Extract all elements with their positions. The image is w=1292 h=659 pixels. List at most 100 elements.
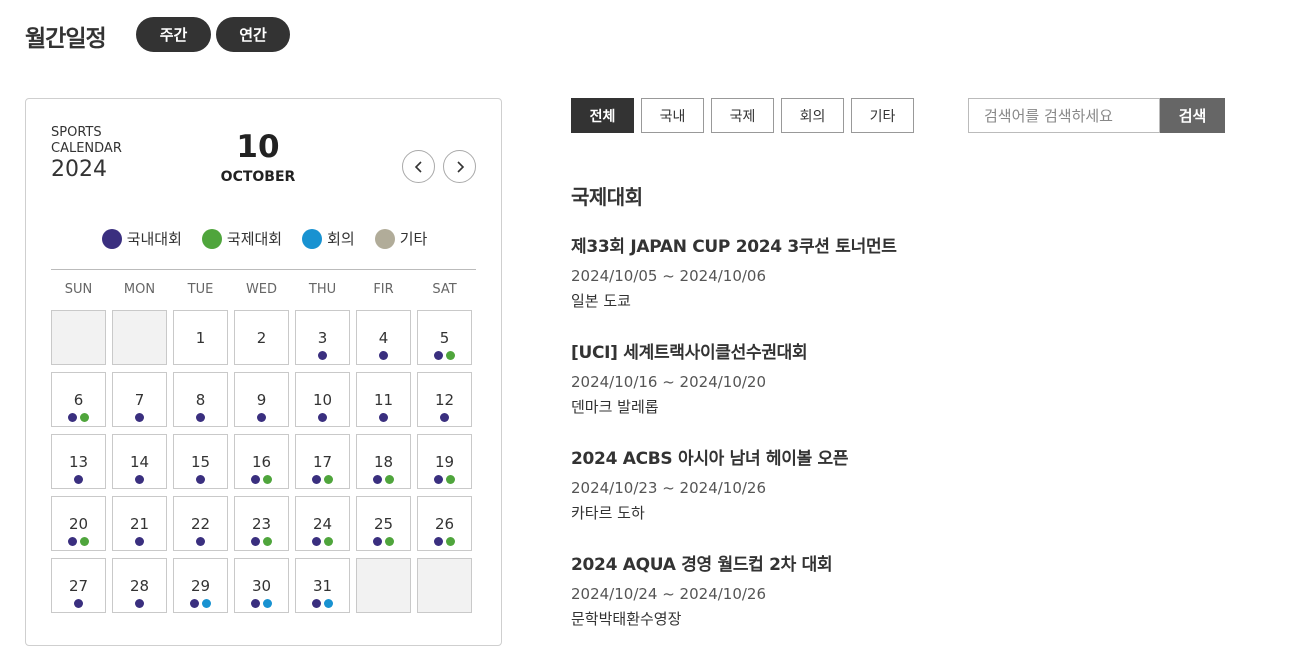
- event-dots: [113, 599, 166, 608]
- event-dots: [418, 537, 471, 546]
- filter-domestic-button[interactable]: 국내: [641, 98, 704, 133]
- event-dot-domestic: [379, 351, 388, 360]
- event-place: 문학박태환수영장: [571, 610, 682, 628]
- calendar-day-cell[interactable]: 10: [295, 372, 350, 427]
- calendar-day-cell[interactable]: 11: [356, 372, 411, 427]
- calendar-day-cell[interactable]: 26: [417, 496, 472, 551]
- day-number: 10: [312, 391, 333, 409]
- event-title[interactable]: 2024 ACBS 아시아 남녀 헤이볼 오픈: [571, 448, 1251, 470]
- event-dot-domestic: [257, 413, 266, 422]
- day-number: 26: [434, 515, 455, 533]
- calendar-day-cell[interactable]: 24: [295, 496, 350, 551]
- calendar-day-cell[interactable]: 21: [112, 496, 167, 551]
- calendar-day-cell[interactable]: 1: [173, 310, 228, 365]
- calendar-empty-cell: [417, 558, 472, 613]
- event-item[interactable]: 제33회 JAPAN CUP 2024 3쿠션 토너먼트 2024/10/05 …: [571, 236, 1251, 342]
- weekly-view-button[interactable]: 주간: [136, 17, 211, 52]
- calendar-day-cell[interactable]: 13: [51, 434, 106, 489]
- calendar-day-cell[interactable]: 5: [417, 310, 472, 365]
- event-dots: [357, 351, 410, 360]
- event-dot-international: [446, 351, 455, 360]
- event-item[interactable]: [UCI] 세계트랙사이클선수권대회 2024/10/16 ~ 2024/10/…: [571, 342, 1251, 448]
- day-number: 30: [251, 577, 272, 595]
- filter-all-button[interactable]: 전체: [571, 98, 634, 133]
- event-dot-international: [263, 537, 272, 546]
- calendar-day-cell[interactable]: 20: [51, 496, 106, 551]
- calendar-day-cell[interactable]: 12: [417, 372, 472, 427]
- calendar-day-cell[interactable]: 22: [173, 496, 228, 551]
- event-dots: [296, 475, 349, 484]
- calendar-day-cell[interactable]: 31: [295, 558, 350, 613]
- calendar-day-cell[interactable]: 9: [234, 372, 289, 427]
- day-number: 5: [439, 329, 450, 347]
- event-dots: [418, 351, 471, 360]
- calendar-day-cell[interactable]: 7: [112, 372, 167, 427]
- day-number: 8: [195, 391, 206, 409]
- weekday-label: MON: [123, 282, 156, 297]
- event-dots: [235, 537, 288, 546]
- filter-international-button[interactable]: 국제: [711, 98, 774, 133]
- yearly-view-button[interactable]: 연간: [216, 17, 290, 52]
- calendar-day-cell[interactable]: 16: [234, 434, 289, 489]
- legend-label: 국제대회: [226, 230, 283, 248]
- calendar-grid: 1 2 3 4 5 6 7 8 9 10 11 12 13 14 15 16 17 18 19 20 21 22 23 24 2…: [51, 310, 472, 613]
- day-number: 21: [129, 515, 150, 533]
- calendar-day-cell[interactable]: 23: [234, 496, 289, 551]
- event-dot-domestic: [135, 599, 144, 608]
- calendar-day-cell[interactable]: 29: [173, 558, 228, 613]
- search-button[interactable]: 검색: [1160, 98, 1225, 133]
- current-month: OCTOBER: [220, 169, 296, 185]
- event-dots: [418, 413, 471, 422]
- previous-month-button[interactable]: [402, 150, 435, 183]
- calendar-day-cell[interactable]: 28: [112, 558, 167, 613]
- calendar-day-cell[interactable]: 15: [173, 434, 228, 489]
- filter-meeting-button[interactable]: 회의: [781, 98, 844, 133]
- calendar-empty-cell: [112, 310, 167, 365]
- calendar-day-cell[interactable]: 17: [295, 434, 350, 489]
- calendar-day-cell[interactable]: 25: [356, 496, 411, 551]
- day-number: 7: [134, 391, 145, 409]
- event-item[interactable]: 2024 ACBS 아시아 남녀 헤이볼 오픈 2024/10/23 ~ 202…: [571, 448, 1251, 554]
- calendar-day-cell[interactable]: 27: [51, 558, 106, 613]
- day-number: 23: [251, 515, 272, 533]
- event-title[interactable]: [UCI] 세계트랙사이클선수권대회: [571, 342, 1251, 364]
- calendar-day-cell[interactable]: 6: [51, 372, 106, 427]
- legend-dot-other: [374, 228, 395, 249]
- event-title[interactable]: 제33회 JAPAN CUP 2024 3쿠션 토너먼트: [571, 236, 1251, 258]
- event-dot-domestic: [312, 537, 321, 546]
- calendar-year: 2024: [51, 157, 107, 182]
- day-number: 17: [312, 453, 333, 471]
- calendar-empty-cell: [51, 310, 106, 365]
- next-month-button[interactable]: [443, 150, 476, 183]
- calendar-day-cell[interactable]: 4: [356, 310, 411, 365]
- event-dot-domestic: [318, 351, 327, 360]
- calendar-day-cell[interactable]: 19: [417, 434, 472, 489]
- calendar-day-cell[interactable]: 8: [173, 372, 228, 427]
- calendar-day-cell[interactable]: 18: [356, 434, 411, 489]
- section-title: 국제대회: [571, 185, 643, 209]
- calendar-day-cell[interactable]: 3: [295, 310, 350, 365]
- event-dots: [174, 599, 227, 608]
- event-item[interactable]: 2024 AQUA 경영 월드컵 2차 대회 2024/10/24 ~ 2024…: [571, 554, 1251, 659]
- legend-label: 국내대회: [126, 230, 182, 248]
- event-dot-domestic: [379, 413, 388, 422]
- day-number: 28: [129, 577, 150, 595]
- event-dot-domestic: [68, 537, 77, 546]
- event-dot-international: [385, 537, 394, 546]
- filter-other-button[interactable]: 기타: [851, 98, 914, 133]
- calendar-day-cell[interactable]: 2: [234, 310, 289, 365]
- event-dot-international: [385, 475, 394, 484]
- divider: [51, 269, 476, 270]
- day-number: 27: [68, 577, 89, 595]
- event-list: 제33회 JAPAN CUP 2024 3쿠션 토너먼트 2024/10/05 …: [571, 236, 1251, 659]
- day-number: 15: [190, 453, 211, 471]
- event-dots: [52, 537, 105, 546]
- event-dots: [296, 599, 349, 608]
- event-date: 2024/10/05 ~ 2024/10/06: [571, 267, 767, 285]
- event-dots: [174, 537, 227, 546]
- search-input[interactable]: [968, 98, 1160, 133]
- day-number: 22: [190, 515, 211, 533]
- calendar-day-cell[interactable]: 14: [112, 434, 167, 489]
- calendar-day-cell[interactable]: 30: [234, 558, 289, 613]
- event-title[interactable]: 2024 AQUA 경영 월드컵 2차 대회: [571, 554, 1251, 576]
